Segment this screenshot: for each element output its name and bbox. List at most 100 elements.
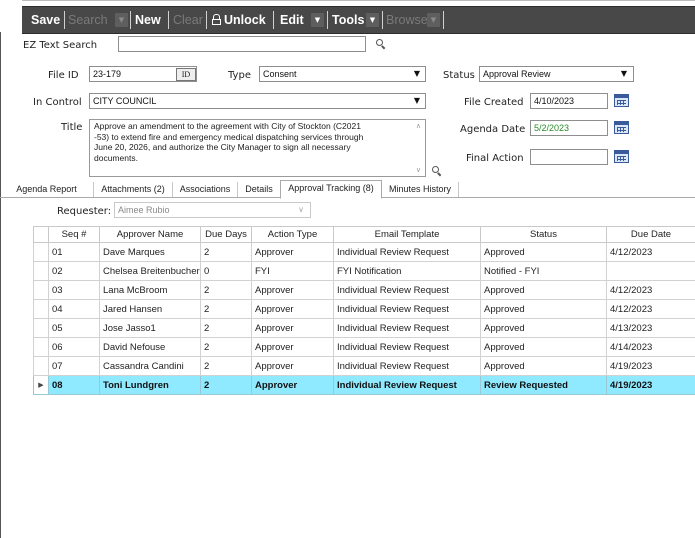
calendar-icon[interactable] — [614, 150, 629, 163]
table-cell: Jose Jasso1 — [99, 318, 201, 338]
table-cell: 2 — [200, 337, 252, 357]
selected-table-row[interactable]: ▶ 08 Toni Lundgren 2 Approver Individual… — [33, 375, 695, 395]
column-header[interactable]: Due Days — [200, 226, 252, 243]
search-dropdown-icon[interactable]: ▼ — [115, 13, 128, 27]
toolbar-separator — [168, 11, 169, 29]
in-control-select[interactable]: CITY COUNCIL — [89, 93, 426, 109]
chevron-down-icon[interactable]: ∨ — [294, 203, 308, 217]
unlock-button[interactable]: Unlock — [212, 12, 266, 28]
chevron-down-icon[interactable]: ▼ — [410, 94, 424, 108]
tab-associations[interactable]: Associations — [173, 182, 238, 197]
agenda-date-label: Agenda Date — [460, 124, 526, 135]
row-indicator[interactable] — [33, 299, 49, 319]
save-button[interactable]: Save — [31, 12, 60, 28]
ez-search-label: EZ Text Search — [23, 40, 98, 51]
title-line: -53) to extend fire and emergency medica… — [94, 131, 364, 142]
unlock-label: Unlock — [224, 13, 266, 27]
table-cell: David Nefouse — [99, 337, 201, 357]
table-cell: Approver — [251, 242, 334, 262]
calendar-icon[interactable] — [614, 94, 629, 107]
table-cell: Approver — [251, 337, 334, 357]
table-cell: Notified - FYI — [480, 261, 607, 281]
table-cell: Approved — [480, 242, 607, 262]
column-header[interactable]: Due Date — [606, 226, 695, 243]
tab-details[interactable]: Details — [238, 182, 281, 197]
calendar-icon[interactable] — [614, 121, 629, 134]
table-cell: 4/19/2023 — [606, 356, 695, 376]
toolbar-separator — [130, 11, 131, 29]
main-toolbar: Save Search ▼ New Clear Unlock Edit ▼ To… — [22, 6, 695, 34]
table-cell: Approver — [251, 299, 334, 319]
edit-menu[interactable]: Edit — [280, 12, 304, 28]
magnifier-icon[interactable] — [376, 39, 385, 48]
table-row[interactable]: 01 Dave Marques 2 Approver Individual Re… — [33, 242, 695, 262]
tools-dropdown-icon[interactable]: ▼ — [366, 13, 379, 27]
column-header[interactable]: Approver Name — [99, 226, 201, 243]
table-cell: 2 — [200, 375, 252, 395]
row-indicator[interactable] — [33, 318, 49, 338]
window-left-edge — [0, 32, 1, 538]
table-cell: Approver — [251, 375, 334, 395]
browse-dropdown-icon[interactable]: ▼ — [427, 13, 440, 27]
table-row[interactable]: 02 Chelsea Breitenbucher 0 FYI FYI Notif… — [33, 261, 695, 281]
tab-attachments[interactable]: Attachments (2) — [94, 182, 173, 197]
search-button[interactable]: Search — [68, 12, 108, 28]
edit-dropdown-icon[interactable]: ▼ — [311, 13, 324, 27]
table-row[interactable]: 03 Lana McBroom 2 Approver Individual Re… — [33, 280, 695, 300]
row-indicator[interactable] — [33, 280, 49, 300]
row-indicator[interactable] — [33, 337, 49, 357]
column-header[interactable]: Action Type — [251, 226, 334, 243]
chevron-down-icon[interactable]: ▼ — [410, 67, 424, 81]
table-cell: 02 — [48, 261, 100, 281]
table-row[interactable]: 05 Jose Jasso1 2 Approver Individual Rev… — [33, 318, 695, 338]
table-cell: Individual Review Request — [333, 318, 481, 338]
title-textarea[interactable]: Approve an amendment to the agreement wi… — [89, 119, 426, 177]
requester-select[interactable]: Aimee Rubio — [114, 202, 311, 218]
approval-tracking-grid: Seq # Approver Name Due Days Action Type… — [33, 226, 695, 395]
column-header[interactable]: Email Template — [333, 226, 481, 243]
id-button[interactable]: ID — [176, 68, 196, 81]
file-created-field[interactable]: 4/10/2023 — [530, 93, 608, 109]
tab-agenda-report[interactable]: Agenda Report — [0, 182, 94, 197]
final-action-field[interactable] — [530, 149, 608, 165]
row-indicator[interactable] — [33, 356, 49, 376]
table-cell: Chelsea Breitenbucher — [99, 261, 201, 281]
table-row[interactable]: 07 Cassandra Candini 2 Approver Individu… — [33, 356, 695, 376]
table-cell: 4/12/2023 — [606, 280, 695, 300]
tab-approval-tracking[interactable]: Approval Tracking (8) — [280, 180, 382, 199]
table-row[interactable]: 06 David Nefouse 2 Approver Individual R… — [33, 337, 695, 357]
final-action-label: Final Action — [466, 153, 524, 164]
agenda-date-field[interactable]: 5/2/2023 — [530, 120, 608, 136]
table-cell: 0 — [200, 261, 252, 281]
toolbar-separator — [327, 11, 328, 29]
table-cell: 2 — [200, 280, 252, 300]
column-header[interactable]: Status — [480, 226, 607, 243]
table-cell: 4/12/2023 — [606, 299, 695, 319]
clear-button[interactable]: Clear — [173, 12, 203, 28]
type-select[interactable]: Consent — [259, 66, 426, 82]
table-cell: Lana McBroom — [99, 280, 201, 300]
browse-menu[interactable]: Browse — [386, 12, 428, 28]
table-cell: 2 — [200, 318, 252, 338]
row-indicator[interactable] — [33, 242, 49, 262]
tab-minutes-history[interactable]: Minutes History — [382, 182, 459, 197]
table-cell: 01 — [48, 242, 100, 262]
column-header[interactable]: Seq # — [48, 226, 100, 243]
chevron-down-icon[interactable]: ▼ — [617, 67, 631, 81]
row-indicator[interactable] — [33, 261, 49, 281]
tools-menu[interactable]: Tools — [332, 12, 364, 28]
table-row[interactable]: 04 Jared Hansen 2 Approver Individual Re… — [33, 299, 695, 319]
table-cell: FYI — [251, 261, 334, 281]
new-button[interactable]: New — [135, 12, 161, 28]
table-cell — [606, 261, 695, 281]
status-select[interactable]: Approval Review — [479, 66, 634, 82]
scroll-up-icon[interactable]: ∧ — [416, 122, 421, 130]
table-cell: Approved — [480, 299, 607, 319]
row-pointer-icon[interactable]: ▶ — [33, 375, 49, 395]
table-cell: Approver — [251, 280, 334, 300]
table-cell: 4/19/2023 — [606, 375, 695, 395]
scroll-down-icon[interactable]: ∨ — [416, 166, 421, 174]
table-cell: Individual Review Request — [333, 375, 481, 395]
ez-search-input[interactable] — [118, 36, 366, 52]
magnifier-icon[interactable] — [432, 166, 441, 175]
